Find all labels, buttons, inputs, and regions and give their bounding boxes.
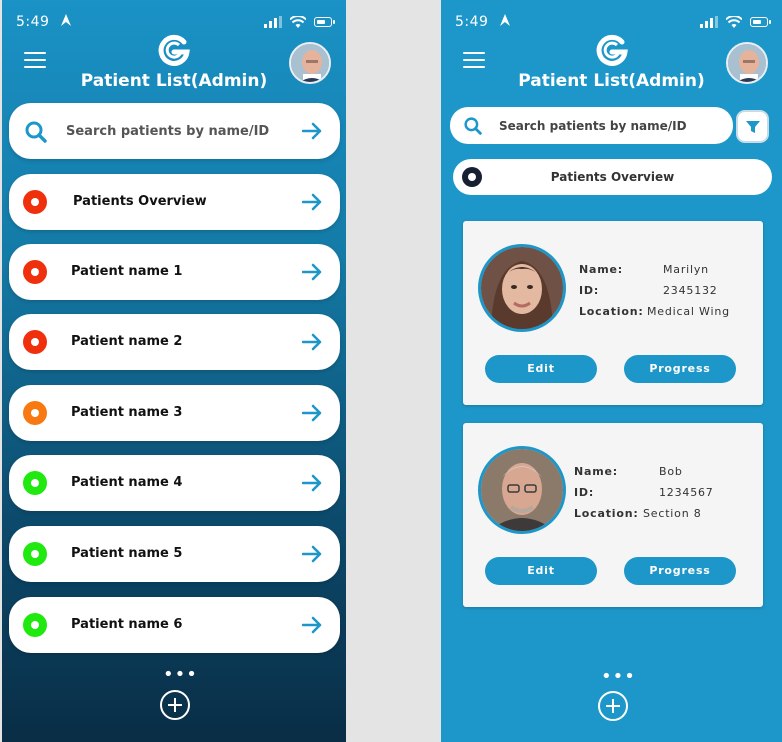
battery-icon [750, 17, 771, 27]
patient-photo [478, 446, 566, 534]
patient-name: Patient name 1 [71, 264, 183, 279]
patient-card: Name: Marilyn ID: 2345132 Location: Medi… [463, 221, 763, 405]
patient-list-item[interactable]: Patient name 6 [9, 597, 340, 653]
arrow-right-icon[interactable] [302, 262, 322, 282]
arrow-right-icon[interactable] [302, 192, 322, 212]
patient-id: 1234567 [659, 486, 714, 499]
patient-name: Patient name 3 [71, 405, 183, 420]
page-title: Patient List(Admin) [518, 71, 705, 91]
patients-overview-item[interactable]: Patients Overview [9, 174, 340, 230]
patient-list-screen-left: 5:49 Patient List(Admin) Search patients… [2, 0, 346, 742]
id-label: ID: [579, 284, 600, 297]
status-bar: 5:49 [16, 12, 335, 32]
more-options-icon[interactable]: ••• [601, 668, 636, 686]
name-label: Name: [574, 465, 618, 478]
search-bar[interactable]: Search patients by name/ID [450, 107, 733, 144]
patient-list-item[interactable]: Patient name 2 [9, 314, 340, 370]
status-dot [23, 260, 47, 284]
search-icon [464, 117, 482, 135]
name-label: Name: [579, 263, 623, 276]
patient-name: Patient name 2 [71, 334, 183, 349]
add-patient-button[interactable] [160, 690, 190, 720]
filter-button[interactable] [736, 110, 769, 143]
patient-name: Marilyn [663, 263, 709, 276]
status-time: 5:49 [16, 14, 50, 30]
progress-button[interactable]: Progress [624, 355, 736, 383]
battery-icon [314, 17, 335, 27]
search-input[interactable]: Search patients by name/ID [499, 119, 687, 133]
status-dot [23, 330, 47, 354]
status-dot [23, 613, 47, 637]
patient-list-item[interactable]: Patient name 5 [9, 526, 340, 582]
wifi-icon [726, 16, 742, 28]
more-options-icon[interactable]: ••• [163, 666, 198, 684]
location-label: Location: [574, 507, 639, 520]
status-dot [23, 542, 47, 566]
hamburger-menu-icon[interactable] [463, 52, 485, 68]
progress-button[interactable]: Progress [624, 557, 736, 585]
location-arrow-icon [500, 14, 511, 30]
patient-name: Patient name 5 [71, 546, 183, 561]
page-title: Patient List(Admin) [80, 71, 268, 91]
patient-name: Bob [659, 465, 683, 478]
search-bar[interactable]: Search patients by name/ID [9, 103, 340, 159]
arrow-right-icon[interactable] [302, 544, 322, 564]
arrow-right-icon[interactable] [302, 332, 322, 352]
wifi-icon [290, 16, 306, 28]
status-bar: 5:49 [455, 12, 771, 32]
arrow-right-icon[interactable] [302, 121, 322, 141]
signal-icon [700, 16, 718, 28]
patient-card: Name: Bob ID: 1234567 Location: Section … [463, 423, 763, 607]
app-logo-icon [596, 34, 628, 66]
status-dot [23, 190, 47, 214]
status-time: 5:49 [455, 14, 489, 30]
patient-list-item[interactable]: Patient name 4 [9, 455, 340, 511]
edit-button[interactable]: Edit [485, 557, 597, 585]
status-dot [23, 471, 47, 495]
signal-icon [264, 16, 282, 28]
filter-icon [746, 121, 760, 133]
arrow-right-icon[interactable] [302, 403, 322, 423]
patient-list-screen-right: 5:49 Patient List(Admin) Search patients… [441, 0, 782, 742]
arrow-right-icon[interactable] [302, 615, 322, 635]
patient-name: Patient name 4 [71, 475, 183, 490]
patient-list-item[interactable]: Patient name 3 [9, 385, 340, 441]
add-patient-button[interactable] [598, 691, 628, 721]
patient-photo [478, 244, 566, 332]
location-label: Location: [579, 305, 644, 318]
edit-button[interactable]: Edit [485, 355, 597, 383]
search-input[interactable]: Search patients by name/ID [66, 124, 269, 139]
overview-label: Patients Overview [73, 194, 207, 209]
patient-location: Section 8 [643, 507, 702, 520]
app-logo-icon [158, 34, 190, 66]
status-dot [23, 401, 47, 425]
patient-list-item[interactable]: Patient name 1 [9, 244, 340, 300]
location-arrow-icon [61, 14, 72, 30]
patient-name: Patient name 6 [71, 617, 183, 632]
id-label: ID: [574, 486, 595, 499]
patient-id: 2345132 [663, 284, 718, 297]
patients-overview-item[interactable]: Patients Overview [453, 159, 772, 195]
overview-label: Patients Overview [550, 170, 675, 184]
patient-location: Medical Wing [647, 305, 730, 318]
arrow-right-icon[interactable] [302, 473, 322, 493]
hamburger-menu-icon[interactable] [24, 52, 46, 68]
search-icon [25, 121, 47, 143]
